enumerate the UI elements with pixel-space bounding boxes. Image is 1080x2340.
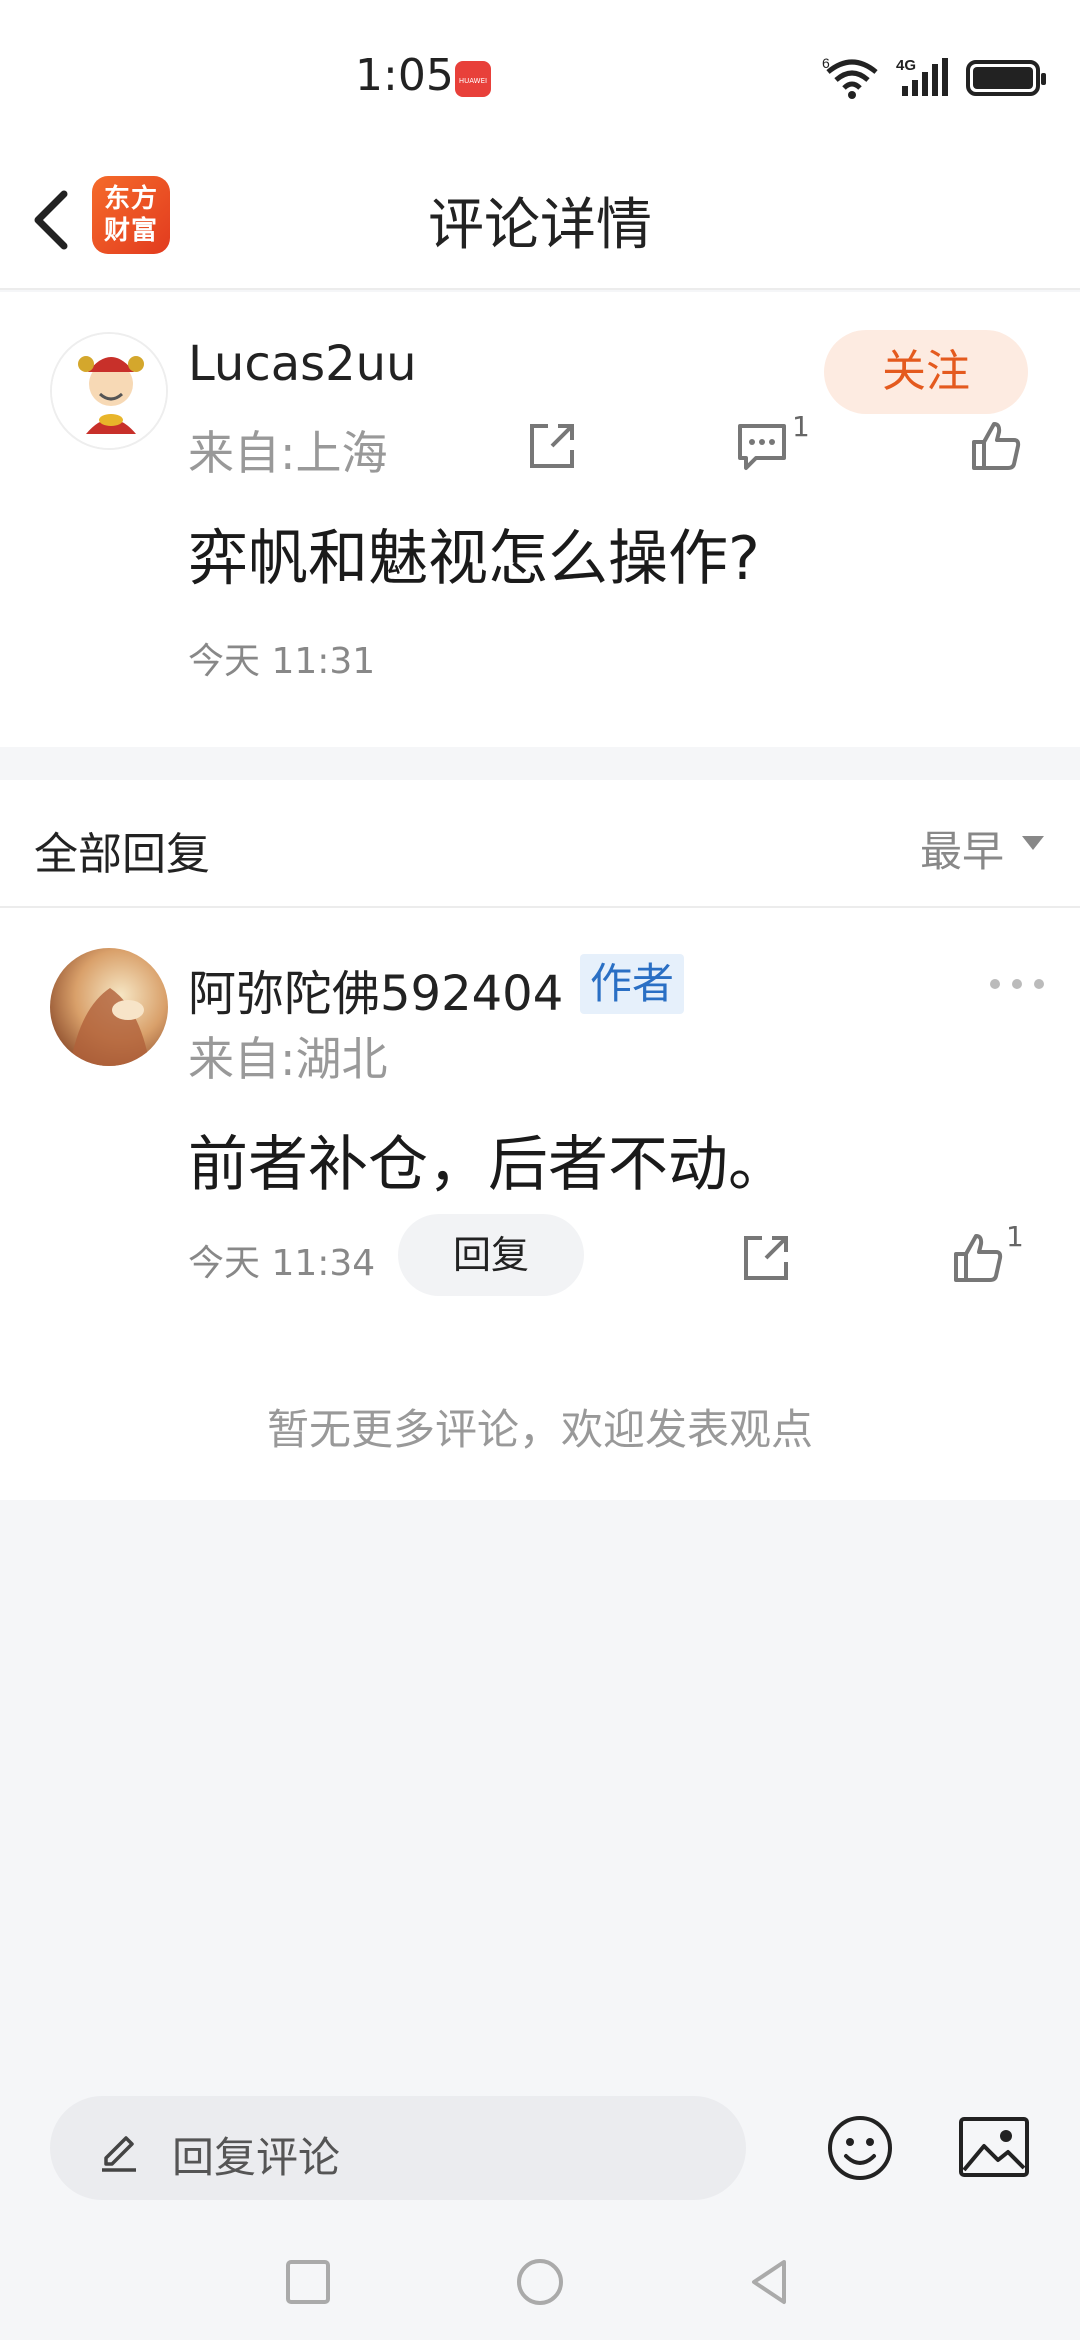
- top-app-bar: 东方 财富 评论详情: [0, 150, 1080, 290]
- avatar-illustration: [52, 334, 166, 448]
- avatar[interactable]: [50, 332, 168, 450]
- battery-icon: [966, 60, 1046, 96]
- sort-dropdown[interactable]: 最早: [920, 818, 1004, 879]
- author-badge: 作者: [580, 954, 685, 1014]
- home-icon[interactable]: [514, 2256, 566, 2308]
- status-bar: 1:05 HUAWEI 6 4G: [0, 0, 1080, 150]
- pencil-icon: [102, 2136, 136, 2172]
- reply-username[interactable]: 阿弥陀佛592404: [188, 954, 563, 1024]
- post-card: Lucas2uu 来自:上海 关注 弈帆和魅视怎么操作? 今天 11:31 1: [0, 292, 1080, 747]
- post-username[interactable]: Lucas2uu: [188, 336, 417, 392]
- huawei-app-icon: HUAWEI: [455, 61, 491, 97]
- thumbs-up-icon[interactable]: [966, 416, 1026, 476]
- no-more-comments-text: 暂无更多评论，欢迎发表观点: [266, 1405, 813, 1454]
- cellular-signal-icon: 4G: [896, 57, 948, 96]
- avatar-photo: [50, 948, 168, 1066]
- status-time: 1:05: [355, 50, 454, 101]
- reply-input-placeholder: 回复评论: [172, 2133, 341, 2182]
- wifi-label: 6: [822, 56, 830, 71]
- comment-count: 1: [792, 410, 810, 443]
- status-icons: 6 4G: [822, 56, 1046, 100]
- caret-down-icon[interactable]: [1022, 836, 1044, 850]
- system-nav-bar: [0, 2222, 1080, 2340]
- emoji-icon[interactable]: [826, 2114, 894, 2182]
- page-title: 评论详情: [428, 193, 652, 258]
- like-count: 1: [1006, 1220, 1024, 1253]
- reply-content: 前者补仓，后者不动。: [188, 1130, 788, 1200]
- thumbs-up-icon[interactable]: [948, 1228, 1008, 1288]
- reply-input[interactable]: 回复评论: [50, 2096, 746, 2200]
- comment-icon[interactable]: [732, 416, 792, 476]
- back-triangle-icon[interactable]: [744, 2256, 796, 2308]
- share-icon[interactable]: [522, 416, 582, 476]
- recent-apps-icon[interactable]: [282, 2256, 334, 2308]
- avatar[interactable]: [50, 948, 168, 1066]
- network-label: 4G: [896, 57, 916, 74]
- reply-location: 来自:湖北: [188, 1032, 388, 1086]
- reply-button[interactable]: 回复: [398, 1214, 584, 1296]
- post-content: 弈帆和魅视怎么操作?: [188, 524, 760, 594]
- reply-input-bar: 回复评论: [0, 2072, 1080, 2222]
- post-location: 来自:上海: [188, 426, 388, 480]
- wifi-icon: 6: [822, 56, 878, 99]
- replies-title: 全部回复: [34, 829, 210, 880]
- reply-list-item: 阿弥陀佛592404 作者 来自:湖北 前者补仓，后者不动。 今天 11:34 …: [0, 908, 1080, 1500]
- more-options-icon[interactable]: [990, 972, 1044, 996]
- image-icon[interactable]: [958, 2116, 1030, 2178]
- follow-button[interactable]: 关注: [824, 330, 1028, 414]
- reply-timestamp: 今天 11:34: [188, 1243, 376, 1284]
- share-icon[interactable]: [736, 1228, 796, 1288]
- post-timestamp: 今天 11:31: [188, 641, 376, 682]
- replies-header: 全部回复 最早: [0, 780, 1080, 908]
